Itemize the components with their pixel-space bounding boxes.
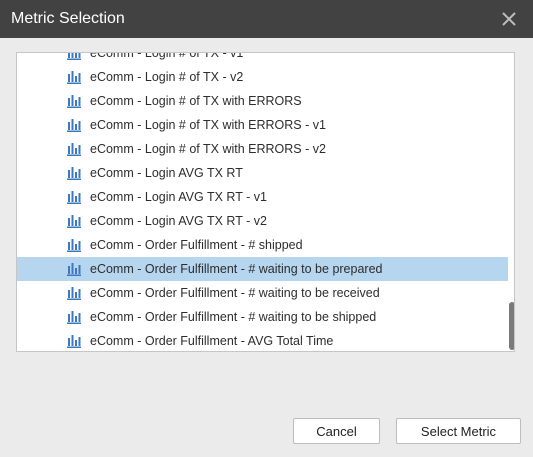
metric-list-item-label: eComm - Order Fulfillment - AVG Total Ti…	[90, 334, 334, 348]
metric-list-item[interactable]: eComm - Login # of TX with ERRORS	[17, 89, 507, 113]
bar-chart-icon	[67, 239, 81, 252]
bar-chart-icon	[67, 95, 81, 108]
cancel-button[interactable]: Cancel	[293, 418, 380, 444]
metric-list-item-label: eComm - Login # of TX with ERRORS	[90, 94, 302, 108]
metric-list-item-label: eComm - Login # of TX - v1	[90, 52, 244, 60]
metric-list-item-label: eComm - Login # of TX with ERRORS - v1	[90, 118, 326, 132]
metric-list-item[interactable]: eComm - Login # of TX with ERRORS - v1	[17, 113, 507, 137]
bar-chart-icon	[67, 215, 81, 228]
metric-list-item[interactable]: eComm - Order Fulfillment - # waiting to…	[17, 281, 507, 305]
metric-list[interactable]: eComm - Login # of TX - v1 eComm - Login …	[16, 52, 515, 352]
metric-list-item[interactable]: eComm - Order Fulfillment - AVG Total Ti…	[17, 329, 507, 351]
metric-list-item-label: eComm - Login # of TX with ERRORS - v2	[90, 142, 326, 156]
bar-chart-icon	[67, 119, 81, 132]
scrollbar-thumb[interactable]	[509, 302, 514, 350]
metric-list-item-label: eComm - Login AVG TX RT	[90, 166, 243, 180]
metric-list-item[interactable]: eComm - Order Fulfillment - # waiting to…	[17, 257, 508, 281]
metric-list-item-label: eComm - Order Fulfillment - # shipped	[90, 238, 303, 252]
metric-list-item[interactable]: eComm - Order Fulfillment - # waiting to…	[17, 305, 507, 329]
bar-chart-icon	[67, 143, 81, 156]
metric-list-item[interactable]: eComm - Order Fulfillment - # shipped	[17, 233, 507, 257]
bar-chart-icon	[67, 287, 81, 300]
metric-list-item[interactable]: eComm - Login # of TX - v2	[17, 65, 507, 89]
bar-chart-icon	[67, 53, 81, 60]
close-icon[interactable]	[498, 8, 520, 30]
metric-list-item-label: eComm - Order Fulfillment - # waiting to…	[90, 286, 380, 300]
bar-chart-icon	[67, 263, 81, 276]
bar-chart-icon	[67, 191, 81, 204]
metric-list-item-label: eComm - Login AVG TX RT - v1	[90, 190, 267, 204]
bar-chart-icon	[67, 311, 81, 324]
metric-list-item[interactable]: eComm - Login AVG TX RT - v2	[17, 209, 507, 233]
metric-list-item[interactable]: eComm - Login # of TX with ERRORS - v2	[17, 137, 507, 161]
dialog-title: Metric Selection	[11, 10, 125, 27]
metric-list-item[interactable]: eComm - Login AVG TX RT	[17, 161, 507, 185]
bar-chart-icon	[67, 335, 81, 348]
metric-list-item-label: eComm - Login # of TX - v2	[90, 70, 244, 84]
metric-list-item-label: eComm - Login AVG TX RT - v2	[90, 214, 267, 228]
select-metric-button[interactable]: Select Metric	[396, 418, 521, 444]
bar-chart-icon	[67, 71, 81, 84]
metric-list-item[interactable]: eComm - Login # of TX - v1	[17, 52, 507, 65]
metric-list-item[interactable]: eComm - Login AVG TX RT - v1	[17, 185, 507, 209]
metric-list-rows: eComm - Login # of TX - v1 eComm - Login …	[17, 52, 508, 351]
dialog-titlebar: Metric Selection	[0, 0, 533, 38]
metric-list-item-label: eComm - Order Fulfillment - # waiting to…	[90, 310, 377, 324]
metric-list-item-label: eComm - Order Fulfillment - # waiting to…	[90, 262, 383, 276]
bar-chart-icon	[67, 167, 81, 180]
